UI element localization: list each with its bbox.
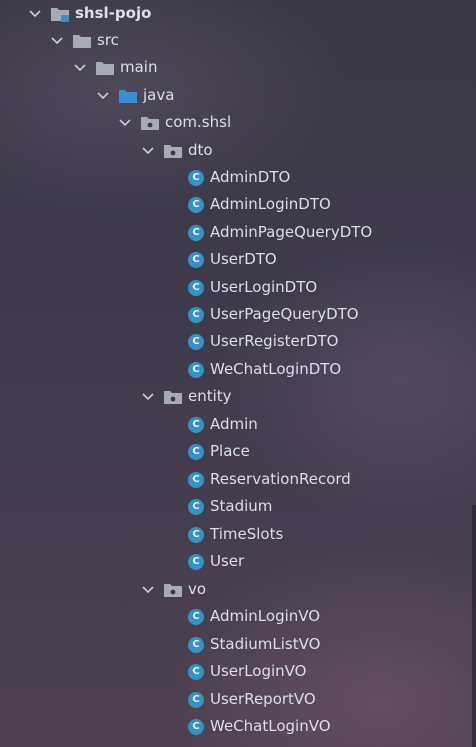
tree-node-dto[interactable]: dto	[0, 137, 476, 164]
tree-class-item[interactable]: C User	[0, 548, 476, 575]
folder-icon	[72, 33, 92, 49]
class-icon: C	[188, 279, 204, 296]
tree-node-label: main	[120, 58, 158, 76]
class-name: ReservationRecord	[210, 470, 351, 488]
package-icon	[163, 582, 183, 598]
class-icon: C	[188, 663, 204, 680]
tree-class-item[interactable]: C UserDTO	[0, 246, 476, 273]
tree-class-item[interactable]: C ReservationRecord	[0, 466, 476, 493]
class-icon: C	[188, 333, 204, 350]
class-name: StadiumListVO	[210, 635, 321, 653]
chevron-down-icon[interactable]	[141, 144, 155, 158]
class-name: UserReportVO	[210, 690, 316, 708]
chevron-down-icon[interactable]	[118, 116, 132, 130]
project-tree: shsl-pojo src main java com.shsl dto C A…	[0, 0, 476, 747]
tree-node-entity[interactable]: entity	[0, 383, 476, 410]
tree-node-label: vo	[188, 580, 207, 598]
class-name: WeChatLoginVO	[210, 717, 331, 735]
class-name: Place	[210, 442, 250, 460]
tree-class-item[interactable]: C UserPageQueryDTO	[0, 301, 476, 328]
tree-class-item[interactable]: C AdminPageQueryDTO	[0, 219, 476, 246]
package-icon	[140, 115, 160, 131]
tree-node-java[interactable]: java	[0, 82, 476, 109]
class-icon: C	[188, 718, 204, 735]
class-icon: C	[188, 498, 204, 515]
class-icon: C	[188, 443, 204, 460]
class-icon: C	[188, 416, 204, 433]
package-icon	[163, 143, 183, 159]
tree-node-label: dto	[188, 141, 213, 159]
tree-node-main[interactable]: main	[0, 54, 476, 81]
folder-icon	[95, 60, 115, 76]
class-name: TimeSlots	[210, 525, 284, 543]
source-root-folder-icon	[118, 88, 138, 104]
tree-class-item[interactable]: C StadiumListVO	[0, 631, 476, 658]
class-name: UserLoginDTO	[210, 278, 318, 296]
class-icon: C	[188, 526, 204, 543]
tree-node-module[interactable]: shsl-pojo	[0, 0, 476, 27]
tree-class-item[interactable]: C UserLoginVO	[0, 658, 476, 685]
class-icon: C	[188, 471, 204, 488]
tree-class-item[interactable]: C Stadium	[0, 493, 476, 520]
chevron-down-icon[interactable]	[50, 34, 64, 48]
class-name: User	[210, 552, 245, 570]
tree-class-item[interactable]: C TimeSlots	[0, 521, 476, 548]
class-name: WeChatLoginDTO	[210, 360, 342, 378]
class-name: UserPageQueryDTO	[210, 305, 359, 323]
class-name: AdminDTO	[210, 168, 291, 186]
class-name: AdminPageQueryDTO	[210, 223, 373, 241]
tree-class-item[interactable]: C Place	[0, 438, 476, 465]
class-name: UserRegisterDTO	[210, 332, 339, 350]
tree-node-label: shsl-pojo	[75, 4, 152, 22]
tree-class-item[interactable]: C WeChatLoginDTO	[0, 356, 476, 383]
tree-class-item[interactable]: C AdminLoginVO	[0, 603, 476, 630]
class-icon: C	[188, 553, 204, 570]
chevron-down-icon[interactable]	[141, 390, 155, 404]
class-name: UserDTO	[210, 250, 277, 268]
class-icon: C	[188, 608, 204, 625]
chevron-down-icon[interactable]	[28, 7, 42, 21]
class-name: AdminLoginDTO	[210, 195, 331, 213]
module-folder-icon	[50, 6, 70, 22]
tree-node-vo[interactable]: vo	[0, 576, 476, 603]
class-icon: C	[188, 636, 204, 653]
tree-node-com-shsl[interactable]: com.shsl	[0, 109, 476, 136]
class-icon: C	[188, 361, 204, 378]
tree-node-label: entity	[188, 387, 232, 405]
class-icon: C	[188, 251, 204, 268]
tree-class-item[interactable]: C AdminDTO	[0, 164, 476, 191]
tree-class-item[interactable]: C UserLoginDTO	[0, 274, 476, 301]
tree-node-label: java	[143, 86, 175, 104]
class-name: Admin	[210, 415, 258, 433]
class-name: UserLoginVO	[210, 662, 307, 680]
tree-node-src[interactable]: src	[0, 27, 476, 54]
package-icon	[163, 389, 183, 405]
class-icon: C	[188, 196, 204, 213]
chevron-down-icon[interactable]	[141, 583, 155, 597]
tree-node-label: com.shsl	[165, 113, 232, 131]
tree-class-item[interactable]: C Admin	[0, 411, 476, 438]
class-name: Stadium	[210, 497, 273, 515]
tree-node-label: src	[97, 31, 119, 49]
class-icon: C	[188, 224, 204, 241]
chevron-down-icon[interactable]	[73, 61, 87, 75]
tree-class-item[interactable]: C WeChatLoginVO	[0, 713, 476, 740]
class-icon: C	[188, 169, 204, 186]
tree-class-item[interactable]: C UserReportVO	[0, 686, 476, 713]
tree-class-item[interactable]: C AdminLoginDTO	[0, 191, 476, 218]
class-icon: C	[188, 691, 204, 708]
class-name: AdminLoginVO	[210, 607, 321, 625]
tree-class-item[interactable]: C UserRegisterDTO	[0, 328, 476, 355]
class-icon: C	[188, 306, 204, 323]
chevron-down-icon[interactable]	[96, 89, 110, 103]
scrollbar[interactable]	[472, 505, 476, 747]
